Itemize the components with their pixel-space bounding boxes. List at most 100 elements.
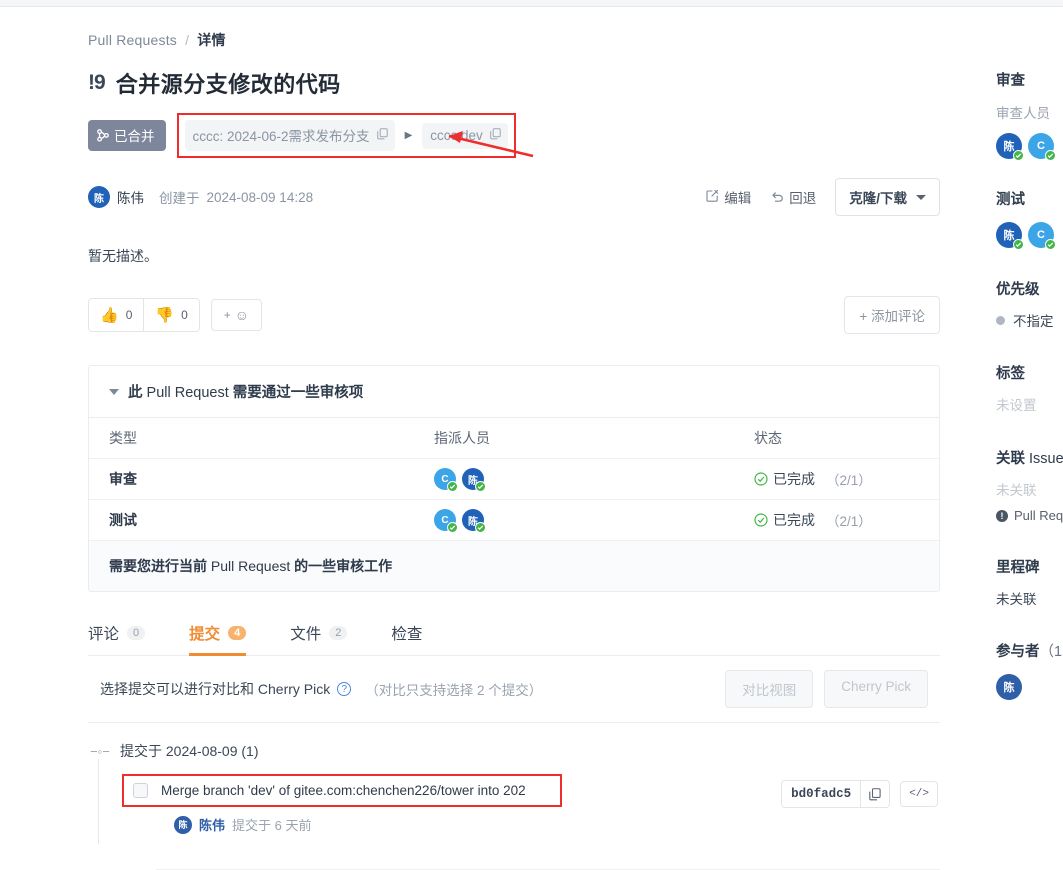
milestone-value[interactable]: 未关联: [996, 588, 1063, 608]
avatar[interactable]: 陈: [462, 468, 486, 492]
cherry-pick-button[interactable]: Cherry Pick: [824, 670, 928, 708]
reaction-group: 👍 0 👎 0: [88, 298, 200, 332]
review-footer-a: 需要您进行当前: [109, 558, 211, 574]
column-header-status: 状态: [754, 430, 782, 446]
check-circle-icon: [1045, 150, 1056, 161]
priority-value[interactable]: 不指定: [996, 310, 1063, 330]
linked-issue-value[interactable]: 未关联: [996, 479, 1063, 499]
tab-files[interactable]: 文件 2: [290, 622, 369, 655]
avatar[interactable]: C: [1028, 133, 1056, 161]
author-name[interactable]: 陈伟: [117, 187, 144, 207]
sidebar-section-milestone: 里程碑 未关联: [996, 556, 1063, 608]
column-header-type: 类型: [109, 430, 137, 446]
sidebar-section-priority: 优先级 不指定: [996, 278, 1063, 330]
sidebar-heading: 标签: [996, 366, 1025, 382]
triangle-down-icon[interactable]: [109, 388, 119, 395]
review-row-status: 已完成 （2/1）: [754, 510, 919, 530]
review-footer-c: 的一些审核工作: [290, 558, 393, 574]
tab-label: 评论: [88, 626, 120, 643]
labels-value[interactable]: 未设置: [996, 394, 1063, 414]
review-panel-footer: 需要您进行当前 Pull Request 的一些审核工作: [89, 541, 939, 591]
breadcrumb-root[interactable]: Pull Requests: [88, 32, 177, 48]
commit-group-label: 提交于 2024-08-09 (1): [120, 743, 259, 759]
source-branch-label: cccc: 2024-06-2需求发布分支: [192, 129, 370, 144]
info-circle-icon: !: [996, 509, 1008, 522]
revert-button[interactable]: 回退: [770, 187, 816, 207]
sidebar-heading: 关联 Issue: [996, 451, 1063, 467]
check-circle-icon: [475, 522, 486, 533]
avatar[interactable]: 陈: [462, 509, 486, 533]
avatar[interactable]: C: [434, 509, 458, 533]
play-arrow-icon: ▶: [404, 130, 413, 141]
thumbs-up-count: 0: [125, 308, 133, 322]
tab-count: 4: [228, 626, 247, 640]
priority-label: 不指定: [1013, 314, 1054, 329]
commit-group-header: −◦− 提交于 2024-08-09 (1): [88, 741, 940, 761]
avatar[interactable]: 陈: [996, 133, 1024, 161]
linked-pr-label: Pull Reque: [1014, 508, 1063, 523]
list-item: Merge branch 'dev' of gitee.com:chenchen…: [122, 774, 940, 870]
created-timestamp: 2024-08-09 14:28: [206, 189, 314, 205]
review-row-type: 测试: [109, 512, 137, 528]
add-comment-button[interactable]: + 添加评论: [844, 296, 940, 334]
tab-checks[interactable]: 检查: [391, 622, 444, 655]
tab-comments[interactable]: 评论 0: [88, 622, 167, 655]
copy-icon[interactable]: [860, 781, 889, 807]
sidebar-heading: 参与者（1: [996, 644, 1063, 660]
copy-icon[interactable]: [489, 127, 501, 143]
question-mark-icon[interactable]: ?: [337, 682, 352, 696]
edit-button[interactable]: 编辑: [706, 187, 751, 207]
check-circle-icon: [475, 481, 486, 492]
target-branch-label: cccc:dev: [430, 127, 483, 143]
check-circle-icon: [1013, 150, 1024, 161]
main-content: Pull Requests / 详情 !9 合并源分支修改的代码 已合并 ccc…: [88, 30, 940, 870]
column-header-assignees: 指派人员: [434, 430, 490, 446]
sidebar-reviewers: 陈 C: [996, 133, 1063, 161]
commit-author-name[interactable]: 陈伟: [199, 815, 225, 834]
avatar[interactable]: C: [1028, 222, 1056, 250]
commit-message[interactable]: Merge branch 'dev' of gitee.com:chenchen…: [161, 783, 526, 798]
avatar[interactable]: 陈: [996, 222, 1024, 250]
avatar[interactable]: 陈: [88, 186, 110, 208]
avatar[interactable]: 陈: [996, 674, 1022, 700]
smiley-face-icon: ☺: [234, 307, 250, 323]
sidebar-section-linked-issue: 关联 Issue 未关联 ! Pull Reque: [996, 447, 1063, 523]
cherry-pick-note: （对比只支持选择 2 个提交）: [365, 683, 543, 698]
add-reaction-button[interactable]: + ☺: [210, 299, 263, 331]
branch-compare-highlight: cccc: 2024-06-2需求发布分支 ▶ cccc:dev: [176, 113, 516, 158]
thumbs-up-button[interactable]: 👍 0: [89, 299, 144, 331]
sidebar-participants: 陈: [996, 674, 1063, 700]
pr-title-row: !9 合并源分支修改的代码: [88, 67, 940, 99]
pr-meta-row: 陈 陈伟 创建于 2024-08-09 14:28 编辑 回退 克隆/下载: [88, 178, 940, 216]
check-circle-icon: [447, 481, 458, 492]
pr-actions: 编辑 回退 克隆/下载: [706, 178, 940, 216]
undo-arrow-icon: [770, 189, 784, 205]
status-label: 已完成: [773, 512, 815, 528]
sidebar-section-participants: 参与者（1 陈: [996, 640, 1063, 700]
edit-label: 编辑: [724, 191, 752, 206]
reactions-row: 👍 0 👎 0 + ☺ + 添加评论: [88, 296, 940, 334]
avatar[interactable]: 陈: [174, 815, 192, 834]
code-brackets-icon[interactable]: </>: [900, 781, 938, 807]
commit-checkbox[interactable]: [133, 783, 148, 798]
review-panel-header[interactable]: 此 Pull Request 需要通过一些审核项: [89, 366, 939, 418]
source-branch-chip[interactable]: cccc: 2024-06-2需求发布分支: [184, 120, 395, 151]
copy-icon[interactable]: [376, 127, 388, 143]
target-branch-chip[interactable]: cccc:dev: [422, 122, 508, 149]
cherry-pick-hint-text: 选择提交可以进行对比和 Cherry Pick: [100, 681, 331, 697]
clone-download-button[interactable]: 克隆/下载: [835, 178, 940, 216]
tab-commits[interactable]: 提交 4: [189, 622, 268, 656]
tab-count: 2: [329, 626, 348, 640]
compare-view-button[interactable]: 对比视图: [725, 670, 814, 708]
linked-pr-link[interactable]: ! Pull Reque: [996, 508, 1063, 523]
page-title: 合并源分支修改的代码: [115, 72, 341, 97]
review-row-status: 已完成 （2/1）: [754, 469, 919, 489]
commit-sha[interactable]: bd0fadc5: [782, 781, 860, 807]
thumbs-down-icon: 👎: [155, 307, 175, 324]
review-panel-heading-strong: 此: [128, 385, 143, 401]
thumbs-down-button[interactable]: 👎 0: [143, 299, 199, 331]
sidebar-heading: 审查: [996, 73, 1025, 89]
avatar[interactable]: C: [434, 468, 458, 492]
review-row-assignees: C 陈: [434, 468, 754, 492]
tab-label: 提交: [189, 626, 221, 643]
